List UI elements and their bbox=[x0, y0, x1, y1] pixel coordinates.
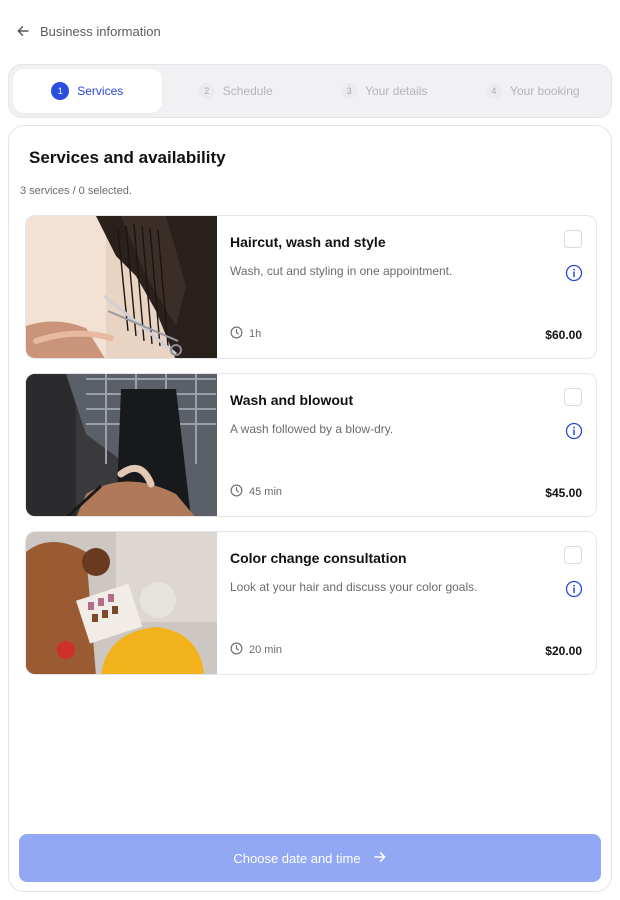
selection-count: 3 services / 0 selected. bbox=[20, 185, 132, 197]
service-duration: 1h bbox=[230, 326, 261, 342]
booking-stepper: 1 Services 2 Schedule 3 Your details 4 Y… bbox=[8, 64, 612, 118]
step-number: 3 bbox=[341, 83, 358, 99]
service-name: Color change consultation bbox=[230, 550, 407, 566]
duration-text: 1h bbox=[249, 328, 262, 340]
section-title: Services and availability bbox=[29, 148, 226, 167]
arrow-left-icon[interactable] bbox=[16, 24, 30, 38]
service-duration: 45 min bbox=[230, 484, 282, 500]
arrow-right-icon bbox=[373, 850, 387, 867]
clock-icon bbox=[230, 484, 243, 500]
service-name: Haircut, wash and style bbox=[230, 234, 386, 250]
step-label: Your details bbox=[365, 84, 428, 98]
step-label: Your booking bbox=[509, 84, 580, 98]
step-number: 1 bbox=[51, 82, 70, 100]
step-label: Schedule bbox=[222, 84, 273, 98]
cta-label: Choose date and time bbox=[233, 850, 361, 866]
clock-icon bbox=[230, 326, 243, 342]
info-icon[interactable] bbox=[565, 580, 583, 598]
duration-text: 20 min bbox=[249, 644, 283, 656]
step-services[interactable]: 1 Services bbox=[13, 69, 162, 113]
service-image-color bbox=[26, 532, 217, 674]
choose-date-time-button[interactable]: Choose date and time bbox=[19, 834, 601, 882]
service-checkbox[interactable] bbox=[564, 230, 582, 248]
clock-icon bbox=[230, 642, 243, 658]
service-card-wash-blowout[interactable]: Wash and blowout A wash followed by a bl… bbox=[25, 373, 597, 517]
step-number: 4 bbox=[485, 83, 502, 99]
service-description: A wash followed by a blow-dry. bbox=[230, 422, 394, 436]
step-your-details[interactable]: 3 Your details bbox=[310, 69, 459, 113]
page-title[interactable]: Business information bbox=[40, 24, 161, 39]
services-panel: Services and availability 3 services / 0… bbox=[8, 125, 612, 892]
service-price: $45.00 bbox=[545, 486, 582, 500]
step-number: 2 bbox=[198, 83, 215, 99]
top-bar: Business information bbox=[16, 20, 161, 42]
duration-text: 45 min bbox=[249, 486, 283, 498]
service-description: Look at your hair and discuss your color… bbox=[230, 580, 478, 594]
info-icon[interactable] bbox=[565, 264, 583, 282]
step-label: Services bbox=[77, 84, 124, 98]
step-schedule[interactable]: 2 Schedule bbox=[162, 69, 311, 113]
service-checkbox[interactable] bbox=[564, 546, 582, 564]
step-your-booking[interactable]: 4 Your booking bbox=[459, 69, 608, 113]
service-card-color-consultation[interactable]: Color change consultation Look at your h… bbox=[25, 531, 597, 675]
service-description: Wash, cut and styling in one appointment… bbox=[230, 264, 453, 278]
service-image-haircut bbox=[26, 216, 217, 358]
service-image-wash bbox=[26, 374, 217, 516]
service-checkbox[interactable] bbox=[564, 388, 582, 406]
info-icon[interactable] bbox=[565, 422, 583, 440]
service-name: Wash and blowout bbox=[230, 392, 354, 408]
service-price: $60.00 bbox=[545, 328, 582, 342]
service-price: $20.00 bbox=[545, 644, 582, 658]
service-duration: 20 min bbox=[230, 642, 282, 658]
service-card-haircut[interactable]: Haircut, wash and style Wash, cut and st… bbox=[25, 215, 597, 359]
